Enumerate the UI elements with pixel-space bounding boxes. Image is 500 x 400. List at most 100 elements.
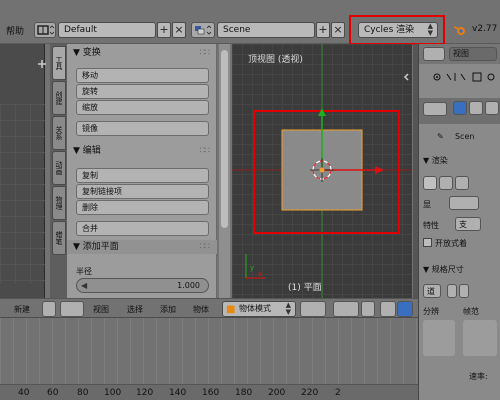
frame-tick: 40 <box>18 388 30 398</box>
frame-tick: 2 <box>335 388 341 398</box>
layers-tab-icon[interactable] <box>469 101 483 115</box>
resolution-fields[interactable] <box>423 320 455 356</box>
frame-range-fields[interactable] <box>463 320 497 356</box>
dropdown-arrows-icon: ▲ ▼ <box>285 301 291 316</box>
preset-label: 道 <box>427 287 435 296</box>
remove-preset-button[interactable] <box>459 284 469 298</box>
new-button[interactable]: 新建 <box>14 304 30 315</box>
interaction-mode-dropdown[interactable]: ■ 物体模式 ▲ ▼ <box>222 301 296 317</box>
duplicate-linked-button[interactable]: 复制链接项 <box>76 184 209 199</box>
timeline-ruler[interactable]: 40 60 80 100 120 140 160 180 200 220 2 <box>0 384 418 400</box>
svg-text:x: x <box>258 270 262 278</box>
drag-handle-icon[interactable]: ∷∷ <box>200 144 211 158</box>
delete-layout-button[interactable]: × <box>172 22 186 38</box>
duplicate-button[interactable]: 复制 <box>76 168 209 183</box>
pin-icon[interactable]: ✎ <box>437 132 444 141</box>
scene-tab-icon[interactable] <box>485 101 499 115</box>
decrement-arrow-icon[interactable]: ◀ <box>81 279 87 292</box>
help-menu[interactable]: 帮助 <box>6 24 24 37</box>
viewport-overlay: y x <box>232 44 412 298</box>
info-header: 帮助 Default + × Scene + × Cycles 渲染 ▲ ▼ v2… <box>0 0 500 45</box>
shading-dropdown[interactable] <box>300 301 326 317</box>
select-menu[interactable]: 选择 <box>127 304 143 315</box>
scene-field[interactable]: Scene <box>217 22 315 38</box>
frame-tick: 120 <box>136 388 154 398</box>
tab-grease-pencil[interactable]: 蜡笔 <box>52 221 66 255</box>
frame-tick: 200 <box>268 388 286 398</box>
drag-handle-icon[interactable]: ∷∷ <box>200 240 211 254</box>
tab-tools[interactable]: 工具 <box>52 46 66 80</box>
rotate-button[interactable]: 旋转 <box>76 84 209 99</box>
drag-handle-icon[interactable]: ∷∷ <box>200 46 211 60</box>
render-audio-button[interactable] <box>455 176 469 190</box>
object-menu[interactable]: 物体 <box>193 304 209 315</box>
radius-value: 1.000 <box>177 281 200 290</box>
feature-set-label: 特性 <box>423 221 439 230</box>
render-still-button[interactable] <box>423 176 437 190</box>
add-layout-button[interactable]: + <box>157 22 171 38</box>
screen-layout-field[interactable]: Default <box>58 22 156 38</box>
render-panel-title[interactable]: ▼ 渲染 <box>423 155 448 166</box>
properties-menu-button[interactable] <box>423 102 447 116</box>
tool-shelf-scrollbar[interactable] <box>219 44 230 298</box>
render-animation-button[interactable] <box>439 176 453 190</box>
editor-type-icon[interactable] <box>42 301 56 317</box>
render-tab-icon[interactable] <box>453 101 467 115</box>
3d-viewport[interactable]: 顶视图 (透视) y x (1) 平面 <box>232 44 412 298</box>
view-menu[interactable]: 视图 <box>93 304 109 315</box>
join-button[interactable]: 合并 <box>76 221 209 236</box>
feature-set-dropdown[interactable]: 支 <box>455 217 481 231</box>
scene-context-label: Scen <box>455 132 475 141</box>
scale-button[interactable]: 缩放 <box>76 100 209 115</box>
view-label[interactable]: 视图 <box>453 48 469 59</box>
transform-panel-title: ▼ 变换 <box>73 48 101 58</box>
view-editor-button[interactable] <box>60 301 84 317</box>
open-shading-checkbox[interactable] <box>423 238 432 247</box>
frame-tick: 60 <box>47 388 59 398</box>
translate-manipulator-button[interactable] <box>380 301 396 317</box>
manipulator-toggle[interactable] <box>361 301 375 317</box>
delete-scene-button[interactable]: × <box>331 22 345 38</box>
preset-dropdown[interactable]: 道 <box>423 284 441 298</box>
move-button[interactable]: 移动 <box>76 68 209 83</box>
frame-tick: 220 <box>301 388 319 398</box>
timeline-grid <box>0 318 418 384</box>
frame-tick: 160 <box>202 388 220 398</box>
tab-physics[interactable]: 物理 <box>52 186 66 220</box>
properties-toggle-icon[interactable] <box>403 73 409 81</box>
display-label: 显 <box>423 200 431 209</box>
frame-tick: 80 <box>77 388 89 398</box>
frame-tick: 140 <box>169 388 187 398</box>
transform-panel-header[interactable]: ▼ 变换 ∷∷ <box>67 46 217 60</box>
edit-panel-header[interactable]: ▼ 编辑 ∷∷ <box>67 144 217 158</box>
scene-type-button[interactable] <box>191 22 215 38</box>
svg-text:y: y <box>250 264 254 272</box>
add-preset-button[interactable] <box>447 284 457 298</box>
tab-relations[interactable]: 关系 <box>52 116 66 150</box>
radius-field[interactable]: ◀ 1.000 <box>76 278 209 293</box>
operator-panel-header[interactable]: ▼ 添加平面 ∷∷ <box>67 240 217 254</box>
layout-type-button[interactable] <box>34 22 56 38</box>
pivot-dropdown[interactable] <box>333 301 359 317</box>
viewport-status: (1) 平面 <box>288 283 322 293</box>
cube-icon: ■ <box>226 304 236 315</box>
scrollbar-thumb[interactable] <box>221 50 228 228</box>
tool-shelf: ▼ 变换 ∷∷ 移动 旋转 缩放 镜像 ▼ 编辑 ∷∷ 复制 复制链接项 删除 … <box>67 44 217 298</box>
add-scene-button[interactable]: + <box>316 22 330 38</box>
plus-icon[interactable] <box>38 60 46 68</box>
tab-create[interactable]: 创建 <box>52 81 66 115</box>
tab-animation[interactable]: 动画 <box>52 151 66 185</box>
visibility-toggles[interactable] <box>425 70 499 84</box>
dimensions-panel-title[interactable]: ▼ 规格尺寸 <box>423 264 464 275</box>
timeline-editor[interactable]: 40 60 80 100 120 140 160 180 200 220 2 <box>0 318 418 400</box>
mirror-button[interactable]: 镜像 <box>76 121 209 136</box>
x-gizmo-arrow-icon[interactable] <box>375 166 384 174</box>
delete-button[interactable]: 删除 <box>76 200 209 215</box>
add-menu[interactable]: 添加 <box>160 304 176 315</box>
version-label: v2.77 <box>472 24 498 34</box>
rotate-manipulator-button[interactable] <box>397 301 413 317</box>
tool-shelf-tabs: 工具 创建 关系 动画 物理 蜡笔 <box>50 44 67 298</box>
editor-type-button[interactable] <box>423 47 445 61</box>
display-dropdown[interactable] <box>449 196 479 210</box>
frame-tick: 180 <box>235 388 253 398</box>
